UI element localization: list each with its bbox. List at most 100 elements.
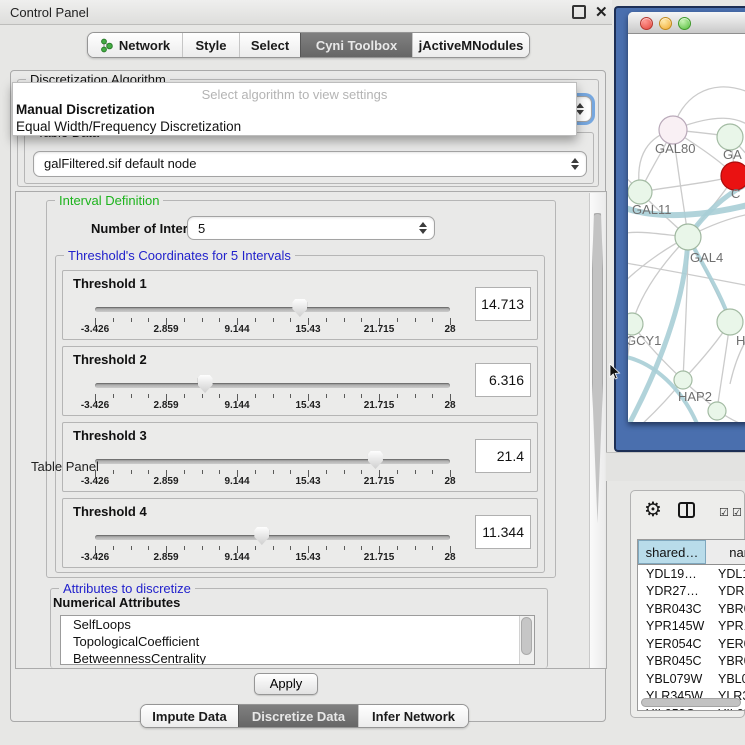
- bottom-tab-impute-data[interactable]: Impute Data: [141, 705, 238, 727]
- slider-tick: [184, 546, 185, 550]
- tab-style[interactable]: Style: [182, 33, 239, 57]
- network-node-partial-bottom[interactable]: [708, 402, 726, 420]
- table-cell: YIL05: [706, 707, 745, 711]
- float-window-icon[interactable]: [572, 5, 586, 19]
- slider-tick: [415, 318, 416, 322]
- threshold-value-field[interactable]: 14.713: [475, 287, 531, 321]
- split-columns-icon[interactable]: [678, 502, 695, 518]
- checkbox-icon[interactable]: ☑: [732, 506, 742, 519]
- checkbox-icon[interactable]: ☑: [719, 506, 729, 519]
- network-node-label: HAP2: [678, 389, 712, 404]
- tab-jactivemnodules[interactable]: jActiveMNodules: [412, 33, 529, 57]
- control-panel-title: Control Panel: [10, 5, 89, 20]
- threshold-value-field[interactable]: 21.4: [475, 439, 531, 473]
- threshold-list: Threshold 1-3.4262.8599.14415.4321.71528…: [56, 270, 544, 574]
- network-node-gal80[interactable]: [659, 116, 687, 144]
- apply-button[interactable]: Apply: [254, 673, 318, 695]
- table-cell: YBL079W: [638, 672, 706, 686]
- slider-track[interactable]: [95, 383, 450, 388]
- threshold-coordinates-label: Threshold's Coordinates for 5 Intervals: [64, 248, 295, 263]
- zoom-traffic-light-icon[interactable]: [678, 17, 691, 30]
- slider-tick-label: 21.715: [364, 400, 395, 411]
- network-node-hap2[interactable]: [674, 371, 692, 389]
- numerical-attributes-list[interactable]: SelfLoopsTopologicalCoefficientBetweenne…: [60, 615, 535, 665]
- slider-tick: [344, 318, 345, 322]
- slider-tick: [290, 546, 291, 550]
- horizontal-scrollbar[interactable]: [641, 698, 741, 707]
- tab-network[interactable]: Network: [88, 33, 182, 57]
- list-item-selfloops[interactable]: SelfLoops: [61, 616, 534, 633]
- slider-tick: [361, 546, 362, 550]
- slider-tick: [415, 546, 416, 550]
- table-data-group: Table Data galFiltered.sif default node: [24, 132, 594, 184]
- slider-tick-label: -3.426: [81, 552, 109, 563]
- slider-tick-label: 28: [444, 476, 455, 487]
- tab-cyni-toolbox[interactable]: Cyni Toolbox: [300, 33, 412, 57]
- column-header-name[interactable]: name: [706, 540, 745, 564]
- bottom-tab-infer-network[interactable]: Infer Network: [358, 705, 468, 727]
- network-node-gcy1[interactable]: [628, 313, 643, 335]
- slider-tick: [290, 394, 291, 398]
- network-window-titlebar[interactable]: [628, 12, 745, 34]
- slider-tick: [290, 318, 291, 322]
- network-node-label: H: [736, 333, 745, 348]
- table-row[interactable]: YDR27…YDR27: [638, 583, 745, 601]
- list-item-betweennesscentrality[interactable]: BetweennessCentrality: [61, 650, 534, 665]
- table-cell: YER054C: [638, 637, 706, 651]
- slider-tick: [113, 470, 114, 474]
- network-node-label: C: [731, 186, 740, 201]
- close-traffic-light-icon[interactable]: [640, 17, 653, 30]
- slider-tick: [219, 318, 220, 322]
- tab-select[interactable]: Select: [239, 33, 300, 57]
- threshold-value-field[interactable]: 11.344: [475, 515, 531, 549]
- table-row[interactable]: YER054CYER05: [638, 635, 745, 653]
- slider-track[interactable]: [95, 459, 450, 464]
- network-edge[interactable]: [632, 237, 688, 324]
- table-cell: YDR27: [706, 584, 745, 598]
- slider-thumb[interactable]: [368, 451, 383, 469]
- slider-thumb[interactable]: [254, 527, 269, 545]
- network-node-gal11[interactable]: [628, 180, 652, 204]
- table-row[interactable]: YBL079WYBL07: [638, 670, 745, 688]
- network-node-h-partial[interactable]: [717, 309, 743, 335]
- dropdown-item-equal-width-frequency-discretization[interactable]: Equal Width/Frequency Discretization: [16, 119, 241, 134]
- settings-scrollbar[interactable]: [589, 193, 605, 669]
- slider-track[interactable]: [95, 535, 450, 540]
- number-of-intervals-select[interactable]: 5: [187, 216, 435, 240]
- slider-tick: [131, 470, 132, 474]
- list-scrollbar[interactable]: [519, 616, 534, 664]
- bottom-tab-bar: Impute DataDiscretize DataInfer Network: [140, 704, 469, 728]
- minimize-traffic-light-icon[interactable]: [659, 17, 672, 30]
- list-item-topologicalcoefficient[interactable]: TopologicalCoefficient: [61, 633, 534, 650]
- stepper-icon: [419, 222, 427, 234]
- slider-tick: [415, 470, 416, 474]
- table-cell: YDL19: [706, 567, 745, 581]
- dropdown-item-manual-discretization[interactable]: Manual Discretization: [16, 102, 155, 117]
- threshold-value-field[interactable]: 6.316: [475, 363, 531, 397]
- network-view-window: GAL80GACGAL11GAL4GCY1HHAP2: [614, 6, 745, 452]
- network-canvas[interactable]: GAL80GACGAL11GAL4GCY1HHAP2: [628, 34, 745, 422]
- slider-tick: [326, 546, 327, 550]
- table-row[interactable]: YBR045CYBR04: [638, 653, 745, 671]
- slider-tick: [273, 318, 274, 322]
- threshold-panel-1: Threshold 1-3.4262.8599.14415.4321.71528…: [62, 270, 538, 340]
- close-icon[interactable]: ✕: [595, 3, 608, 21]
- table-row[interactable]: YPR145WYPR14: [638, 618, 745, 636]
- network-node-label: GA: [723, 147, 742, 162]
- slider-tick: [397, 394, 398, 398]
- slider-tick: [326, 470, 327, 474]
- table-data-select[interactable]: galFiltered.sif default node: [33, 151, 587, 177]
- table-row[interactable]: YBR043CYBR04: [638, 600, 745, 618]
- interval-definition-group: Interval Definition Number of Intervals …: [46, 200, 556, 578]
- network-node-gal4[interactable]: [675, 224, 701, 250]
- table-row[interactable]: YDL19…YDL19: [638, 565, 745, 583]
- slider-tick: [202, 470, 203, 474]
- slider-thumb[interactable]: [198, 375, 213, 393]
- gear-icon[interactable]: ⚙: [644, 497, 662, 522]
- bottom-tab-discretize-data[interactable]: Discretize Data: [238, 705, 358, 727]
- settings-scroll-area: Interval Definition Number of Intervals …: [15, 191, 607, 669]
- table-cell: YBR04: [706, 602, 745, 616]
- column-header-shared-[interactable]: shared…: [638, 540, 706, 564]
- slider-thumb[interactable]: [292, 299, 307, 317]
- slider-track[interactable]: [95, 307, 450, 312]
